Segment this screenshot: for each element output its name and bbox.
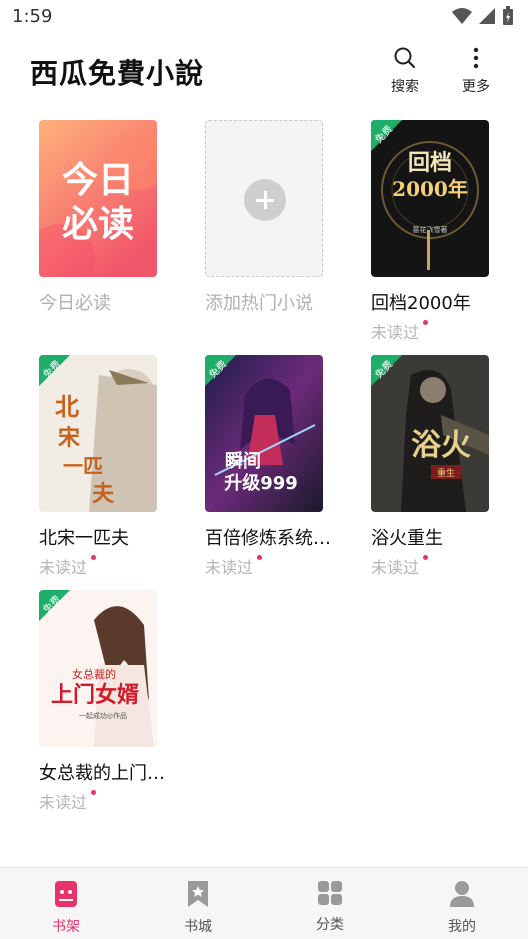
unread-dot bbox=[91, 555, 97, 560]
free-badge: 免费 bbox=[205, 355, 249, 399]
book-title: 百倍修炼系统… bbox=[205, 528, 331, 549]
unread-status: 未读过 bbox=[39, 789, 97, 813]
search-icon bbox=[394, 47, 416, 69]
unread-status: 未读过 bbox=[39, 554, 97, 578]
battery-icon bbox=[503, 6, 513, 25]
unread-dot bbox=[257, 555, 263, 560]
svg-text:女总裁的: 女总裁的 bbox=[72, 667, 116, 681]
app-header: 西瓜免費小說 搜索 更多 bbox=[0, 34, 528, 114]
status-icons bbox=[452, 6, 514, 26]
book-item-daily[interactable]: 今日 必读 今日必读 bbox=[39, 120, 169, 315]
book-title: 回档2000年 bbox=[371, 293, 471, 314]
more-vertical-icon bbox=[473, 47, 479, 69]
bookmark-icon bbox=[188, 881, 208, 907]
unread-dot bbox=[91, 790, 97, 795]
plus-icon bbox=[244, 179, 286, 221]
book-title: 今日必读 bbox=[39, 293, 111, 314]
book-item-nvzongcai[interactable]: 女总裁的 上门女婿 一起成功◎作品 免费 女总裁的上门… 未读过 bbox=[39, 590, 169, 813]
tab-label: 书城 bbox=[184, 919, 212, 935]
more-button[interactable]: 更多 bbox=[448, 46, 504, 96]
svg-text:2000年: 2000年 bbox=[392, 177, 468, 201]
svg-text:浴火: 浴火 bbox=[411, 428, 471, 463]
bookshelf-icon bbox=[55, 881, 77, 907]
svg-text:上门女婿: 上门女婿 bbox=[51, 682, 139, 708]
free-badge: 免费 bbox=[39, 355, 83, 399]
tab-label: 我的 bbox=[448, 919, 476, 935]
tab-label: 书架 bbox=[52, 919, 80, 935]
signal-icon bbox=[479, 8, 495, 24]
free-badge: 免费 bbox=[39, 590, 83, 634]
book-cover: 浴火 重生 免费 bbox=[371, 355, 489, 512]
svg-text:夫: 夫 bbox=[92, 481, 115, 507]
svg-text:必读: 必读 bbox=[62, 204, 134, 245]
book-title: 女总裁的上门… bbox=[39, 763, 165, 784]
add-book-item[interactable]: 添加热门小说 bbox=[205, 120, 335, 315]
more-label: 更多 bbox=[462, 79, 490, 95]
tab-bookstore[interactable]: 书城 bbox=[132, 868, 264, 939]
user-icon bbox=[450, 881, 474, 907]
search-label: 搜索 bbox=[391, 79, 419, 95]
unread-status: 未读过 bbox=[371, 554, 429, 578]
book-cover: 回档 2000年 蔷花飞雪著 免费 bbox=[371, 120, 489, 277]
free-badge: 免费 bbox=[371, 120, 415, 164]
book-item-huidang[interactable]: 回档 2000年 蔷花飞雪著 免费 回档2000年 未读过 bbox=[371, 120, 501, 343]
svg-text:重生: 重生 bbox=[437, 467, 455, 479]
book-item-yuhuo[interactable]: 浴火 重生 免费 浴火重生 未读过 bbox=[371, 355, 501, 578]
tab-category[interactable]: 分类 bbox=[264, 868, 396, 939]
book-title: 北宋一匹夫 bbox=[39, 528, 129, 549]
grid-icon bbox=[318, 881, 342, 905]
svg-text:瞬间: 瞬间 bbox=[225, 450, 261, 472]
free-badge: 免费 bbox=[371, 355, 415, 399]
svg-text:升级999: 升级999 bbox=[224, 472, 298, 494]
book-cover: 女总裁的 上门女婿 一起成功◎作品 免费 bbox=[39, 590, 157, 747]
tab-profile[interactable]: 我的 bbox=[396, 868, 528, 939]
svg-text:蔷花飞雪著: 蔷花飞雪著 bbox=[413, 225, 448, 234]
book-item-baibei[interactable]: 瞬间 升级999 免费 百倍修炼系统… 未读过 bbox=[205, 355, 335, 578]
book-cover: 北 宋 一匹 夫 免费 bbox=[39, 355, 157, 512]
app-title: 西瓜免費小說 bbox=[30, 57, 205, 90]
svg-text:一起成功◎作品: 一起成功◎作品 bbox=[79, 711, 127, 720]
bottom-nav: 书架 书城 分类 我的 bbox=[0, 867, 528, 939]
book-cover: 瞬间 升级999 免费 bbox=[205, 355, 323, 512]
book-item-beisong[interactable]: 北 宋 一匹 夫 免费 北宋一匹夫 未读过 bbox=[39, 355, 169, 578]
tab-label: 分类 bbox=[316, 917, 344, 933]
book-cover: 今日 必读 bbox=[39, 120, 157, 277]
svg-text:宋: 宋 bbox=[58, 425, 80, 451]
search-button[interactable]: 搜索 bbox=[377, 46, 433, 96]
unread-dot bbox=[423, 320, 429, 325]
add-book-placeholder bbox=[205, 120, 323, 277]
wifi-icon bbox=[452, 8, 472, 24]
book-title: 添加热门小说 bbox=[205, 293, 313, 314]
status-bar: 1:59 bbox=[0, 0, 528, 34]
tab-bookshelf[interactable]: 书架 bbox=[0, 868, 132, 939]
unread-status: 未读过 bbox=[205, 554, 263, 578]
status-time: 1:59 bbox=[12, 6, 53, 27]
unread-dot bbox=[423, 555, 429, 560]
svg-text:今日: 今日 bbox=[62, 160, 134, 201]
svg-text:一匹: 一匹 bbox=[63, 454, 103, 478]
unread-status: 未读过 bbox=[371, 319, 429, 343]
book-title: 浴火重生 bbox=[371, 528, 443, 549]
